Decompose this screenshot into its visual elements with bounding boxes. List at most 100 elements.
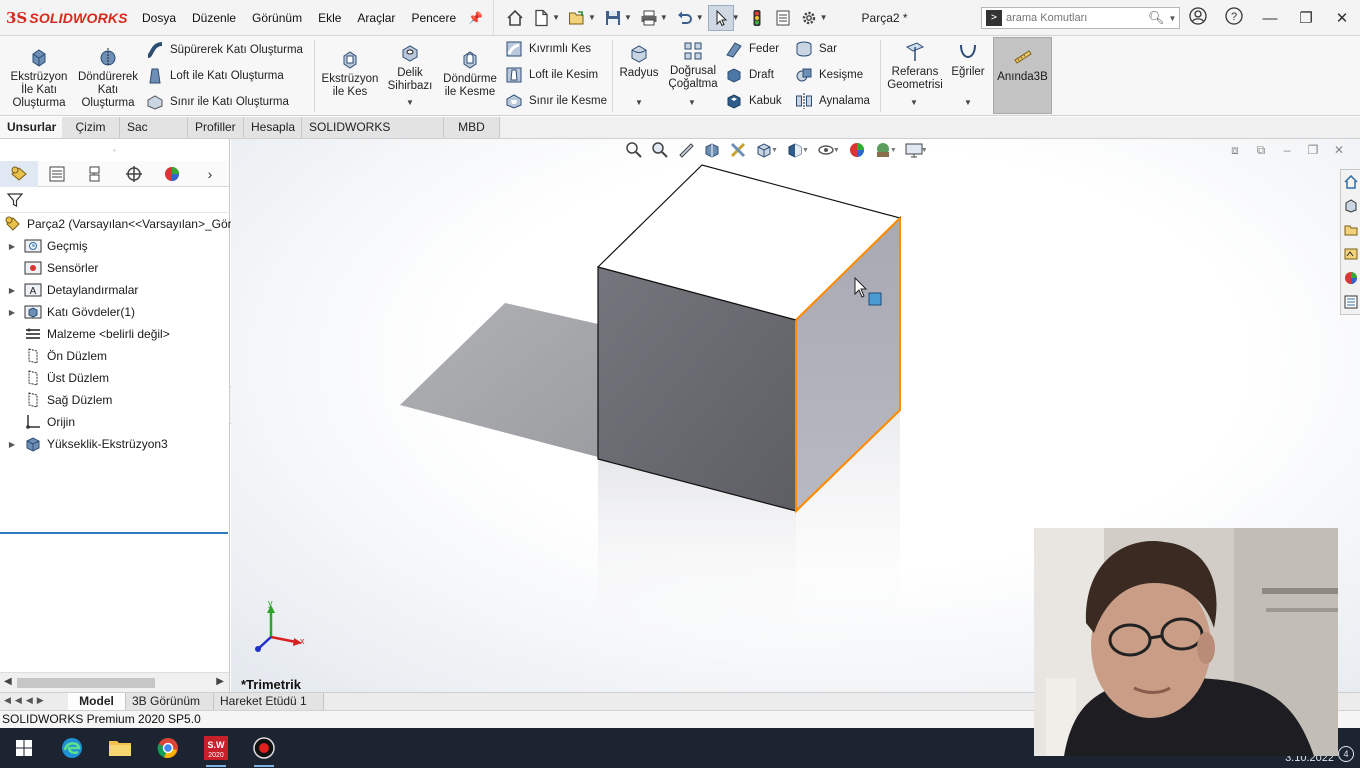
- configuration-manager-tab-icon[interactable]: [76, 161, 114, 187]
- loft-cut-button[interactable]: Loft ile Kesim: [505, 66, 598, 84]
- pin-menu-icon[interactable]: 📌: [468, 11, 483, 25]
- shell-button[interactable]: Kabuk: [725, 92, 782, 110]
- tree-item-right-plane[interactable]: Sağ Düzlem: [0, 389, 229, 411]
- mirror-button[interactable]: Aynalama: [795, 92, 870, 110]
- expand-arrow-icon[interactable]: ▶: [6, 242, 18, 251]
- extrude-cut-button[interactable]: Ekstrüzyon ile Kes: [320, 48, 380, 99]
- draft-button[interactable]: Draft: [725, 66, 774, 84]
- reference-geometry-button[interactable]: Referans Geometrisi: [884, 41, 946, 92]
- tab-navigation-arrows-icon[interactable]: ◀◀◀▶: [4, 695, 48, 706]
- view-settings-dropdown-icon[interactable]: ▼: [921, 147, 928, 154]
- record-icon[interactable]: [240, 728, 288, 768]
- display-style-dropdown-icon[interactable]: ▼: [802, 147, 809, 154]
- property-manager-tab-icon[interactable]: [38, 161, 76, 187]
- tab-sketch[interactable]: Çizim: [62, 117, 120, 138]
- linear-pattern-dropdown-icon[interactable]: ▼: [688, 98, 696, 107]
- tab-weldments[interactable]: Profiller: [188, 117, 244, 138]
- curves-button[interactable]: Eğriler: [948, 41, 988, 79]
- print-icon[interactable]: [636, 5, 662, 31]
- viewport-tile-left-icon[interactable]: ⧈: [1222, 143, 1248, 158]
- tree-item-annotations[interactable]: ▶ A Detaylandırmalar: [0, 279, 229, 301]
- help-icon[interactable]: ?: [1216, 7, 1252, 29]
- panel-grip[interactable]: ◦: [0, 139, 229, 161]
- edit-appearance-icon[interactable]: [844, 139, 870, 161]
- menu-insert[interactable]: Ekle: [310, 11, 349, 25]
- menu-window[interactable]: Pencere: [403, 11, 464, 25]
- tree-item-top-plane[interactable]: Üst Düzlem: [0, 367, 229, 389]
- hole-wizard-dropdown-icon[interactable]: ▼: [406, 98, 414, 107]
- viewport-close-icon[interactable]: ✕: [1326, 143, 1352, 157]
- tab-3d-views[interactable]: 3B Görünüm: [126, 693, 214, 710]
- tree-filter[interactable]: [0, 187, 229, 213]
- search-icon[interactable]: 🔍︎: [1148, 10, 1165, 26]
- swept-boss-button[interactable]: Süpürerek Katı Oluşturma: [146, 41, 303, 59]
- viewport-minimize-icon[interactable]: –: [1274, 143, 1300, 157]
- tree-item-history[interactable]: ▶ Geçmiş: [0, 235, 229, 257]
- close-icon[interactable]: ✕: [1324, 9, 1360, 27]
- design-library-icon[interactable]: [1341, 194, 1360, 218]
- menu-edit[interactable]: Düzenle: [184, 11, 244, 25]
- options-dropdown-icon[interactable]: ▼: [820, 13, 828, 22]
- command-search-box[interactable]: > 🔍︎ ▼: [981, 7, 1180, 29]
- tab-features[interactable]: Unsurlar: [0, 117, 62, 138]
- print-dropdown-icon[interactable]: ▼: [660, 13, 668, 22]
- loft-boss-button[interactable]: Loft ile Katı Oluşturma: [146, 67, 284, 85]
- menu-file[interactable]: Dosya: [134, 11, 184, 25]
- intersect-button[interactable]: Kesişme: [795, 66, 863, 84]
- select-dropdown-icon[interactable]: ▼: [732, 13, 740, 22]
- tab-motion-study-1[interactable]: Hareket Etüdü 1: [214, 693, 324, 710]
- scroll-right-icon[interactable]: ▶: [216, 676, 224, 687]
- chevron-right-icon[interactable]: ›: [191, 161, 229, 187]
- tab-sheet-metal[interactable]: Sac Levha: [120, 117, 188, 155]
- notification-badge[interactable]: 4: [1338, 746, 1354, 762]
- viewport-restore-icon[interactable]: ❐: [1300, 143, 1326, 157]
- display-manager-tab-icon[interactable]: [153, 161, 191, 187]
- dimxpert-manager-tab-icon[interactable]: [115, 161, 153, 187]
- tree-root-part[interactable]: Parça2 (Varsayılan<<Varsayılan>_Gör: [0, 213, 232, 235]
- undo-dropdown-icon[interactable]: ▼: [696, 13, 704, 22]
- instant3d-button[interactable]: Anında3B: [993, 37, 1052, 114]
- expand-arrow-icon[interactable]: ▶: [6, 286, 18, 295]
- options-gear-icon[interactable]: [796, 5, 822, 31]
- new-document-icon[interactable]: [528, 5, 554, 31]
- fillet-button[interactable]: Radyus: [616, 42, 662, 80]
- custom-properties-pane-icon[interactable]: [1341, 290, 1360, 314]
- open-dropdown-icon[interactable]: ▼: [588, 13, 596, 22]
- apply-scene-dropdown-icon[interactable]: ▼: [890, 147, 897, 154]
- curves-dropdown-icon[interactable]: ▼: [964, 98, 972, 107]
- linear-pattern-button[interactable]: Doğrusal Çoğaltma: [664, 40, 722, 91]
- tree-item-material[interactable]: Malzeme <belirli değil>: [0, 323, 229, 345]
- menu-view[interactable]: Görünüm: [244, 11, 310, 25]
- boundary-boss-button[interactable]: Sınır ile Katı Oluşturma: [146, 93, 289, 111]
- tree-item-origin[interactable]: Orijin: [0, 411, 229, 433]
- view-orientation-dropdown-icon[interactable]: ▼: [771, 147, 778, 154]
- rebuild-traffic-light-icon[interactable]: [744, 5, 770, 31]
- solidworks-resources-icon[interactable]: [1341, 170, 1360, 194]
- open-document-icon[interactable]: [564, 5, 590, 31]
- wrap-button[interactable]: Sar: [795, 40, 837, 58]
- solidworks-2020-icon[interactable]: S.W 2020: [192, 728, 240, 768]
- previous-view-icon[interactable]: [673, 139, 699, 161]
- tree-item-extrude3[interactable]: ▶ Yükseklik-Ekstrüzyon3: [0, 433, 229, 455]
- file-explorer-icon[interactable]: [96, 728, 144, 768]
- scroll-thumb[interactable]: [17, 678, 155, 688]
- expand-arrow-icon[interactable]: ▶: [6, 440, 18, 449]
- tab-solidworks-addins[interactable]: SOLIDWORKS Eklentileri: [302, 117, 444, 155]
- section-view-icon[interactable]: [699, 139, 725, 161]
- swept-cut-button[interactable]: Kıvrımlı Kes: [505, 40, 591, 58]
- new-dropdown-icon[interactable]: ▼: [552, 13, 560, 22]
- file-properties-icon[interactable]: [770, 5, 796, 31]
- chrome-icon[interactable]: [144, 728, 192, 768]
- filter-icon[interactable]: [6, 191, 24, 209]
- hide-show-dropdown-icon[interactable]: ▼: [833, 147, 840, 154]
- minimize-icon[interactable]: —: [1252, 10, 1288, 27]
- menu-tools[interactable]: Araçlar: [349, 11, 403, 25]
- edge-icon[interactable]: [48, 728, 96, 768]
- horizontal-scrollbar[interactable]: ◀ ▶: [0, 672, 229, 692]
- appearances-pane-icon[interactable]: [1341, 266, 1360, 290]
- rollback-bar[interactable]: [0, 532, 228, 534]
- tab-evaluate[interactable]: Hesapla: [244, 117, 302, 138]
- tree-item-front-plane[interactable]: Ön Düzlem: [0, 345, 229, 367]
- search-dropdown-icon[interactable]: ▼: [1169, 14, 1177, 23]
- view-palette-icon[interactable]: [1341, 242, 1360, 266]
